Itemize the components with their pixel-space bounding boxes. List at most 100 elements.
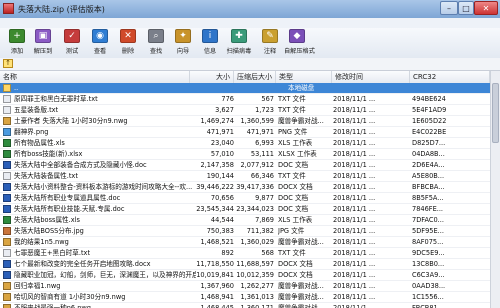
scan-icon: ✚: [231, 29, 247, 43]
file-packed-size: 471,971: [246, 128, 274, 136]
txt-file-icon: [3, 172, 11, 180]
toolbar-button[interactable]: ⌕ 查找: [143, 29, 169, 57]
file-size: 190,144: [206, 172, 234, 180]
file-name: 土豪作者 失落大陆 1小时30分n9.nwg: [14, 117, 128, 125]
file-packed-size: 567: [261, 95, 274, 103]
file-row[interactable]: 所有boss技能(新).xlsx 57,010 53,111 XLSX 工作表 2018…: [0, 149, 490, 160]
file-crc32: 1C1556...: [412, 293, 444, 301]
toolbar-button[interactable]: ✎ 注释: [257, 29, 283, 57]
comment-icon: ✎: [262, 29, 278, 43]
docx-file-icon: [3, 271, 11, 279]
file-crc32: 04DA8B...: [412, 150, 445, 158]
toolbar-button[interactable]: i 信息: [197, 29, 223, 57]
scrollbar-thumb[interactable]: [492, 83, 499, 143]
file-modified: 2018/11/1 ...: [333, 238, 376, 246]
file-row[interactable]: 我的结果1n5.nwg 1,468,521 1,360,029 魔兽争霸对战... 20…: [0, 237, 490, 248]
menu-bar: [0, 18, 500, 28]
toolbar-button[interactable]: ◆ 自解压格式: [284, 29, 315, 57]
file-row[interactable]: 土豪作者 失落大陆 1小时30分n9.nwg 1,469,274 1,360,599…: [0, 116, 490, 127]
file-crc32: FBCB81...: [412, 304, 445, 308]
file-row[interactable]: 失落大陆装备属性.txt 190,144 66,346 TXT 文件 2018/11/1…: [0, 171, 490, 182]
xls-file-icon: [3, 139, 11, 147]
file-size: 776: [221, 95, 234, 103]
file-row[interactable]: 失落大陆中全部装备合成方式及隐藏小怪.doc 2,147,358 2,077,912…: [0, 160, 490, 171]
file-name: 所有boss技能(新).xlsx: [14, 150, 83, 158]
file-crc32: BFBCBA...: [412, 183, 445, 191]
toolbar-button[interactable]: + 添加: [4, 29, 30, 57]
file-row[interactable]: 翻神界.png 471,971 471,971 PNG 文件 2018/11/1 ...…: [0, 127, 490, 138]
file-packed-size: 7,869: [255, 216, 274, 224]
toolbar-button[interactable]: ✚ 扫描病毒: [226, 29, 252, 57]
vertical-scrollbar[interactable]: [490, 71, 500, 308]
file-row[interactable]: 失落大陆boss属性.xls 44,544 7,869 XLS 工作表 2018/11/…: [0, 215, 490, 226]
column-header-crc[interactable]: CRC32: [410, 71, 490, 83]
file-size: 70,656: [210, 194, 234, 202]
minimize-button[interactable]: –: [440, 1, 458, 15]
file-name: 哈切风的智商有道 1小时30分n9.nwg: [14, 293, 126, 301]
file-row[interactable]: 回归幸福1.nwg 1,367,960 1,262,277 魔兽争霸对战... 2018…: [0, 281, 490, 292]
file-name: 七罪恶魔王+黑白时草.txt: [14, 249, 91, 257]
up-folder-icon[interactable]: ↑: [3, 59, 13, 68]
file-size: 57,010: [210, 150, 234, 158]
file-modified: 2018/11/1 ...: [333, 227, 376, 235]
file-name: 失落大陆所有职业技能.天赋.专属.doc: [14, 205, 125, 213]
file-row[interactable]: 五星装备版.txt 3,627 1,723 TXT 文件 2018/11/1 ... 5E…: [0, 105, 490, 116]
file-packed-size: 10,012,359: [236, 271, 274, 279]
file-crc32: 5E4F1AD9: [412, 106, 447, 114]
file-row[interactable]: 七罪恶魔王+黑白时草.txt 892 568 TXT 文件 2018/11/1 ... 9…: [0, 248, 490, 259]
file-size: 23,040: [210, 139, 234, 147]
file-row[interactable]: 哈切风的智商有道 1小时30分n9.nwg 1,468,941 1,361,013 魔…: [0, 292, 490, 303]
png-file-icon: [3, 128, 11, 136]
folder-up-icon: [3, 84, 11, 92]
file-row[interactable]: 七个最新和改变的完全任务开启地图攻略.docx 11,718,550 11,688,…: [0, 259, 490, 270]
nwg-file-icon: [3, 238, 11, 246]
file-row[interactable]: 不服来战最强一种n6.nwg 1,468,445 1,360,171 魔兽争霸对战..…: [0, 303, 490, 308]
winrar-app-icon: [3, 3, 14, 14]
file-type: DOC 文档: [278, 194, 309, 202]
file-modified: 2018/11/1 ...: [333, 172, 376, 180]
file-modified: [333, 83, 407, 94]
txt-file-icon: [3, 106, 11, 114]
toolbar-button[interactable]: ✕ 删除: [115, 29, 141, 57]
file-crc32: 8B5F5A...: [412, 194, 444, 202]
toolbar-button[interactable]: ✦ 向导: [170, 29, 196, 57]
window-title: 失落大陆.zip (评估版本): [18, 5, 105, 14]
jpg-file-icon: [3, 227, 11, 235]
toolbar-button-label: 自解压格式: [284, 48, 315, 55]
file-row[interactable]: 原四罪王和黑白无罪时草.txt 776 567 TXT 文件 2018/11/1 ...…: [0, 94, 490, 105]
close-button[interactable]: ✕: [474, 1, 498, 15]
file-packed-size: 9,877: [255, 194, 274, 202]
file-modified: 2018/11/1 ...: [333, 249, 376, 257]
file-modified: 2018/11/1 ...: [333, 117, 376, 125]
toolbar-button[interactable]: ✓ 测试: [59, 29, 85, 57]
toolbar-button-label: 信息: [203, 48, 217, 55]
file-row[interactable]: 失落大陆BOSS分布.jpg 750,383 711,382 JPG 文件 2018/1…: [0, 226, 490, 237]
toolbar-button[interactable]: ◉ 查看: [87, 29, 113, 57]
column-header-name[interactable]: 名称: [0, 71, 190, 83]
file-crc32: D825D7...: [412, 139, 446, 147]
maximize-button[interactable]: □: [458, 1, 474, 15]
file-row[interactable]: 失落大陆所有职业专属道具属性.doc 70,656 9,877 DOC 文档 2018/…: [0, 193, 490, 204]
file-modified: 2018/11/1 ...: [333, 271, 376, 279]
file-name: 五星装备版.txt: [14, 106, 59, 114]
toolbar-button[interactable]: ▣ 解压到: [30, 29, 56, 57]
column-header-packed[interactable]: 压缩后大小: [234, 71, 276, 83]
file-type: 魔兽争霸对战...: [278, 304, 324, 308]
txt-file-icon: [3, 249, 11, 257]
find-icon: ⌕: [148, 29, 164, 43]
file-type: 魔兽争霸对战...: [278, 282, 324, 290]
column-header-modified[interactable]: 修改时间: [332, 71, 410, 83]
file-row[interactable]: 失落大陆所有职业技能.天赋.专属.doc 23,545,344 23,344,023…: [0, 204, 490, 215]
file-size: 892: [221, 249, 234, 257]
address-bar: ↑: [0, 58, 500, 71]
column-header-type[interactable]: 类型: [276, 71, 332, 83]
add-icon: +: [9, 29, 25, 43]
file-row[interactable]: 失落大陆小资料整合-资料板本游标的游戏时间攻略大全--欢... 39,446,22…: [0, 182, 490, 193]
file-row[interactable]: 隐藏职业加冠，幻船，剑师，巨无，深渊魔王，以及神界的开启... 10,019,84…: [0, 270, 490, 281]
txt-file-icon: [3, 95, 11, 103]
file-row[interactable]: .. 本地磁盘: [0, 83, 490, 94]
file-modified: 2018/11/1 ...: [333, 139, 376, 147]
column-header-size[interactable]: 大小: [190, 71, 234, 83]
file-row[interactable]: 所有物品属性.xls 23,040 6,993 XLS 工作表 2018/11/1 ..…: [0, 138, 490, 149]
extract-icon: ▣: [35, 29, 51, 43]
